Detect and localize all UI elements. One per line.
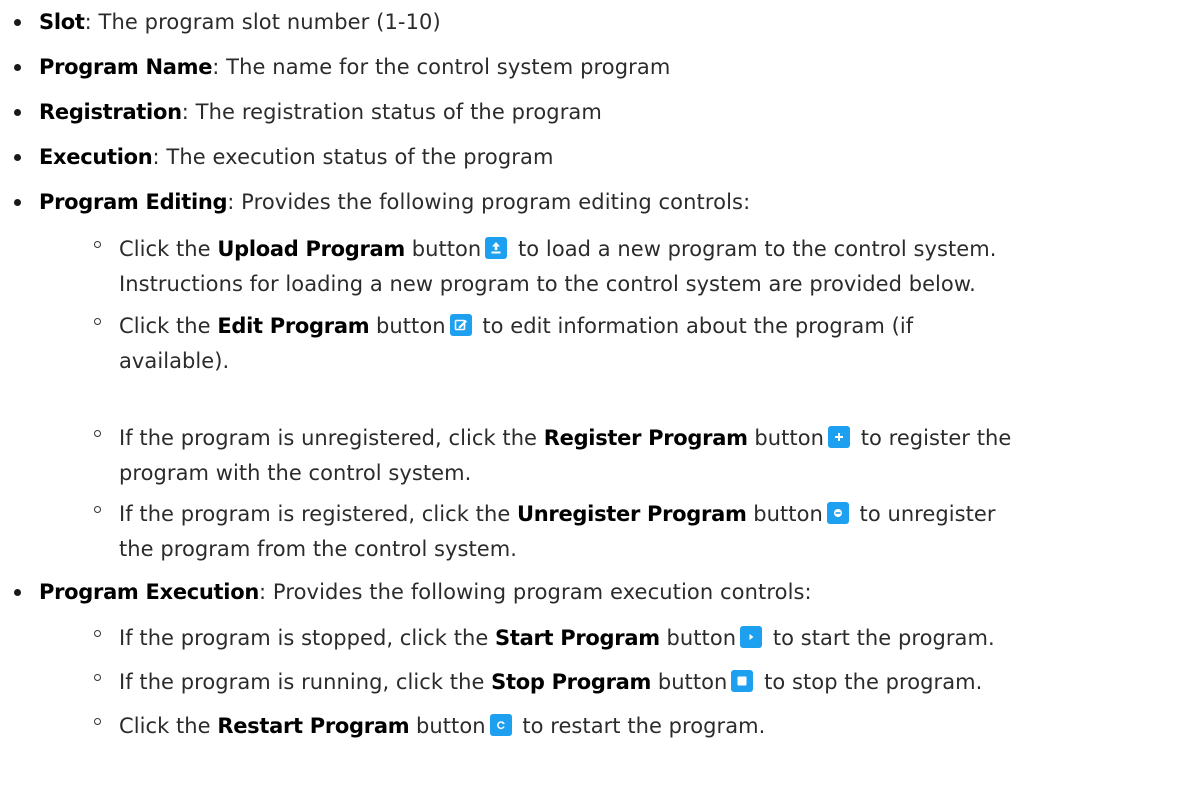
bullet-dot [14,109,21,116]
restart-icon [489,714,512,736]
term-description: : The execution status of the program [152,145,554,169]
sub-item-text: Click the [119,237,218,261]
bullet-dot [14,199,21,206]
sub-item-text: Click the [119,714,218,738]
term-label: Register Program [543,426,748,450]
sub-item-text: If the program is stopped, click the [119,626,496,650]
document: Slot: The program slot number (1-10) Pro… [0,0,1203,785]
sub-item-text: to edit information about the program (i… [475,314,914,338]
sub-bullet-ring [94,718,101,725]
sub-item-continuation: Instructions for loading a new program t… [119,272,976,296]
minus-icon [826,502,849,524]
sub-item-text: to start the program. [766,626,995,650]
sub-item-text: button [409,714,486,738]
term-label: Start Program [495,626,660,650]
sub-item-text: button [747,426,824,450]
bullet-dot [14,589,21,596]
sub-bullet-ring [94,674,101,681]
sub-item-text: button [746,502,823,526]
term-label: Program Name [39,55,213,79]
sub-item-text: button [651,670,728,694]
sub-item-text: button [369,314,446,338]
term-label: Unregister Program [517,502,747,526]
term-description: : Provides the following program executi… [258,580,812,604]
term-description: : The program slot number (1-10) [84,10,441,34]
term-label: Program Execution [39,580,259,604]
play-icon [740,626,763,648]
stop-icon [731,670,754,692]
sub-item-continuation: the program from the control system. [119,537,518,561]
sub-item-text: button [659,626,737,650]
term-description: : Provides the following program editing… [227,190,751,214]
term-label: Program Editing [39,190,228,214]
sub-item-text: If the program is unregistered, click th… [119,426,544,450]
sub-item-text: Click the [119,314,218,338]
bullet-dot [14,64,21,71]
sub-item-text: to restart the program. [515,714,766,738]
term-label: Restart Program [217,714,410,738]
sub-bullet-ring [94,630,101,637]
term-label: Execution [39,145,153,169]
term-description: : The name for the control system progra… [212,55,671,79]
sub-bullet-ring [94,430,101,437]
bullet-dot [14,19,21,26]
sub-item-text: to load a new program to the control sys… [511,237,997,261]
term-label: Slot [39,10,85,34]
term-label: Registration [39,100,182,124]
sub-item-continuation: available). [119,349,230,373]
plus-icon [827,426,850,448]
term-label: Stop Program [491,670,652,694]
sub-bullet-ring [94,318,101,325]
sub-item-text: to stop the program. [757,670,983,694]
term-description: : The registration status of the program [181,100,602,124]
sub-item-text: to unregister [852,502,996,526]
sub-item-text: button [405,237,482,261]
sub-item-text: to register the [853,426,1012,450]
sub-item-text: If the program is running, click the [119,670,492,694]
edit-icon [449,314,472,336]
sub-item-continuation: program with the control system. [119,461,472,485]
bullet-dot [14,154,21,161]
sub-bullet-ring [94,506,101,513]
upload-icon [485,237,508,259]
sub-item-text: If the program is registered, click the [119,502,518,526]
sub-bullet-ring [94,241,101,248]
term-label: Upload Program [217,237,405,261]
term-label: Edit Program [217,314,370,338]
